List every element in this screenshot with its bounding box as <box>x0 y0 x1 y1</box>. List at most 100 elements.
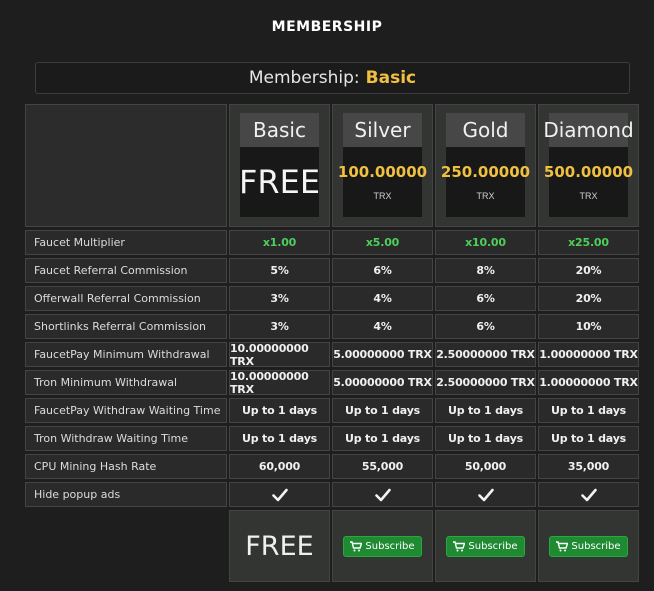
table-cell: 5.00000000 TRX <box>332 370 433 395</box>
table-cell: 55,000 <box>332 454 433 479</box>
check-icon <box>580 488 597 501</box>
tier-price-box: 100.00000 TRX <box>338 147 427 217</box>
table-cell: 20% <box>538 286 639 311</box>
table-cell: 20% <box>538 258 639 283</box>
cart-icon <box>453 540 466 551</box>
subscribe-row: FREE Subscribe Subscribe Subscribe <box>25 510 639 585</box>
subscribe-gold-button[interactable]: Subscribe <box>446 535 525 557</box>
table-row-faucet-referral: Faucet Referral Commission 5% 6% 8% 20% <box>25 258 639 286</box>
tier-price: 500.00000 <box>543 163 634 181</box>
footer-blank-cell <box>25 510 227 582</box>
table-cell: Up to 1 days <box>538 426 639 451</box>
table-cell: 2.50000000 TRX <box>435 342 536 367</box>
current-membership-level: Basic <box>365 68 417 88</box>
cart-icon <box>350 540 363 551</box>
tier-silver-header: Silver 100.00000 TRX <box>332 104 433 227</box>
tier-price: 250.00000 <box>440 163 531 181</box>
table-cell: Up to 1 days <box>538 398 639 423</box>
table-row-faucetpay-min-withdrawal: FaucetPay Minimum Withdrawal 10.00000000… <box>25 342 639 370</box>
tier-basic-header: Basic FREE <box>229 104 330 227</box>
tier-diamond-header: Diamond 500.00000 TRX <box>538 104 639 227</box>
table-cell: 6% <box>435 286 536 311</box>
table-cell: 2.50000000 TRX <box>435 370 536 395</box>
table-row-tron-min-withdrawal: Tron Minimum Withdrawal 10.00000000 TRX … <box>25 370 639 398</box>
table-cell: x5.00 <box>332 230 433 255</box>
row-label: FaucetPay Withdraw Waiting Time <box>25 398 227 423</box>
table-row-tron-waiting: Tron Withdraw Waiting Time Up to 1 days … <box>25 426 639 454</box>
table-cell: 1.00000000 TRX <box>538 342 639 367</box>
footer-basic-cell: FREE <box>229 510 330 582</box>
tier-name: Gold <box>446 113 525 147</box>
table-row-cpu-hash-rate: CPU Mining Hash Rate 60,000 55,000 50,00… <box>25 454 639 482</box>
check-icon <box>271 488 288 501</box>
table-cell: 10.00000000 TRX <box>229 370 330 396</box>
check-icon <box>477 488 494 501</box>
subscribe-silver-button[interactable]: Subscribe <box>343 535 422 557</box>
subscribe-label: Subscribe <box>571 540 621 552</box>
table-cell: 50,000 <box>435 454 536 479</box>
table-cell: 1.00000000 TRX <box>538 370 639 395</box>
subscribe-label: Subscribe <box>365 540 415 552</box>
table-cell: 3% <box>229 286 330 311</box>
tier-price-box: FREE <box>238 147 321 217</box>
table-cell: x1.00 <box>229 230 330 255</box>
table-cell: Up to 1 days <box>435 398 536 423</box>
table-cell: x10.00 <box>435 230 536 255</box>
row-label: FaucetPay Minimum Withdrawal <box>25 342 227 367</box>
table-cell <box>332 482 433 507</box>
row-label: Offerwall Referral Commission <box>25 286 227 311</box>
table-cell: x25.00 <box>538 230 639 255</box>
table-cell: 35,000 <box>538 454 639 479</box>
tier-header-row: Basic FREE Silver 100.00000 TRX Gold 250… <box>25 104 639 230</box>
header-blank-cell <box>25 104 227 227</box>
table-cell: Up to 1 days <box>229 426 330 451</box>
tier-price: 100.00000 <box>337 163 428 181</box>
table-row-hide-popup-ads: Hide popup ads <box>25 482 639 510</box>
subscribe-diamond-button[interactable]: Subscribe <box>549 535 628 557</box>
table-row-faucetpay-waiting: FaucetPay Withdraw Waiting Time Up to 1 … <box>25 398 639 426</box>
tier-currency: TRX <box>476 191 495 201</box>
free-label: FREE <box>245 530 314 562</box>
row-label: Shortlinks Referral Commission <box>25 314 227 339</box>
table-cell: 8% <box>435 258 536 283</box>
tier-price-box: 250.00000 TRX <box>441 147 530 217</box>
subscribe-label: Subscribe <box>468 540 518 552</box>
table-cell: 5.00000000 TRX <box>332 342 433 367</box>
table-cell <box>538 482 639 507</box>
footer-silver-cell: Subscribe <box>332 510 433 582</box>
table-row-faucet-multiplier: Faucet Multiplier x1.00 x5.00 x10.00 x25… <box>25 230 639 258</box>
tier-price: FREE <box>238 163 321 201</box>
row-label: Hide popup ads <box>25 482 227 507</box>
table-cell: 3% <box>229 314 330 339</box>
table-cell: 5% <box>229 258 330 283</box>
tier-currency: TRX <box>373 191 392 201</box>
check-icon <box>374 488 391 501</box>
tier-gold-header: Gold 250.00000 TRX <box>435 104 536 227</box>
cart-icon <box>556 540 569 551</box>
table-cell <box>435 482 536 507</box>
table-cell: 6% <box>332 258 433 283</box>
table-cell: Up to 1 days <box>229 398 330 423</box>
table-cell: Up to 1 days <box>435 426 536 451</box>
row-label: Tron Minimum Withdrawal <box>25 370 227 395</box>
current-membership-bar: Membership: Basic <box>35 62 630 94</box>
tier-name: Silver <box>343 113 422 147</box>
table-cell <box>229 482 330 507</box>
table-cell: 10.00000000 TRX <box>229 342 330 368</box>
row-label: CPU Mining Hash Rate <box>25 454 227 479</box>
tier-price-box: 500.00000 TRX <box>544 147 633 217</box>
table-cell: 6% <box>435 314 536 339</box>
table-row-shortlinks-referral: Shortlinks Referral Commission 3% 4% 6% … <box>25 314 639 342</box>
membership-table: Basic FREE Silver 100.00000 TRX Gold 250… <box>25 104 639 585</box>
current-membership-label: Membership: <box>248 68 360 88</box>
table-cell: 4% <box>332 286 433 311</box>
row-label: Faucet Referral Commission <box>25 258 227 283</box>
table-cell: Up to 1 days <box>332 426 433 451</box>
tier-name: Diamond <box>543 113 634 147</box>
row-label: Tron Withdraw Waiting Time <box>25 426 227 451</box>
table-cell: 4% <box>332 314 433 339</box>
footer-gold-cell: Subscribe <box>435 510 536 582</box>
footer-diamond-cell: Subscribe <box>538 510 639 582</box>
tier-name: Basic <box>240 113 319 147</box>
page-title: MEMBERSHIP <box>271 19 383 35</box>
